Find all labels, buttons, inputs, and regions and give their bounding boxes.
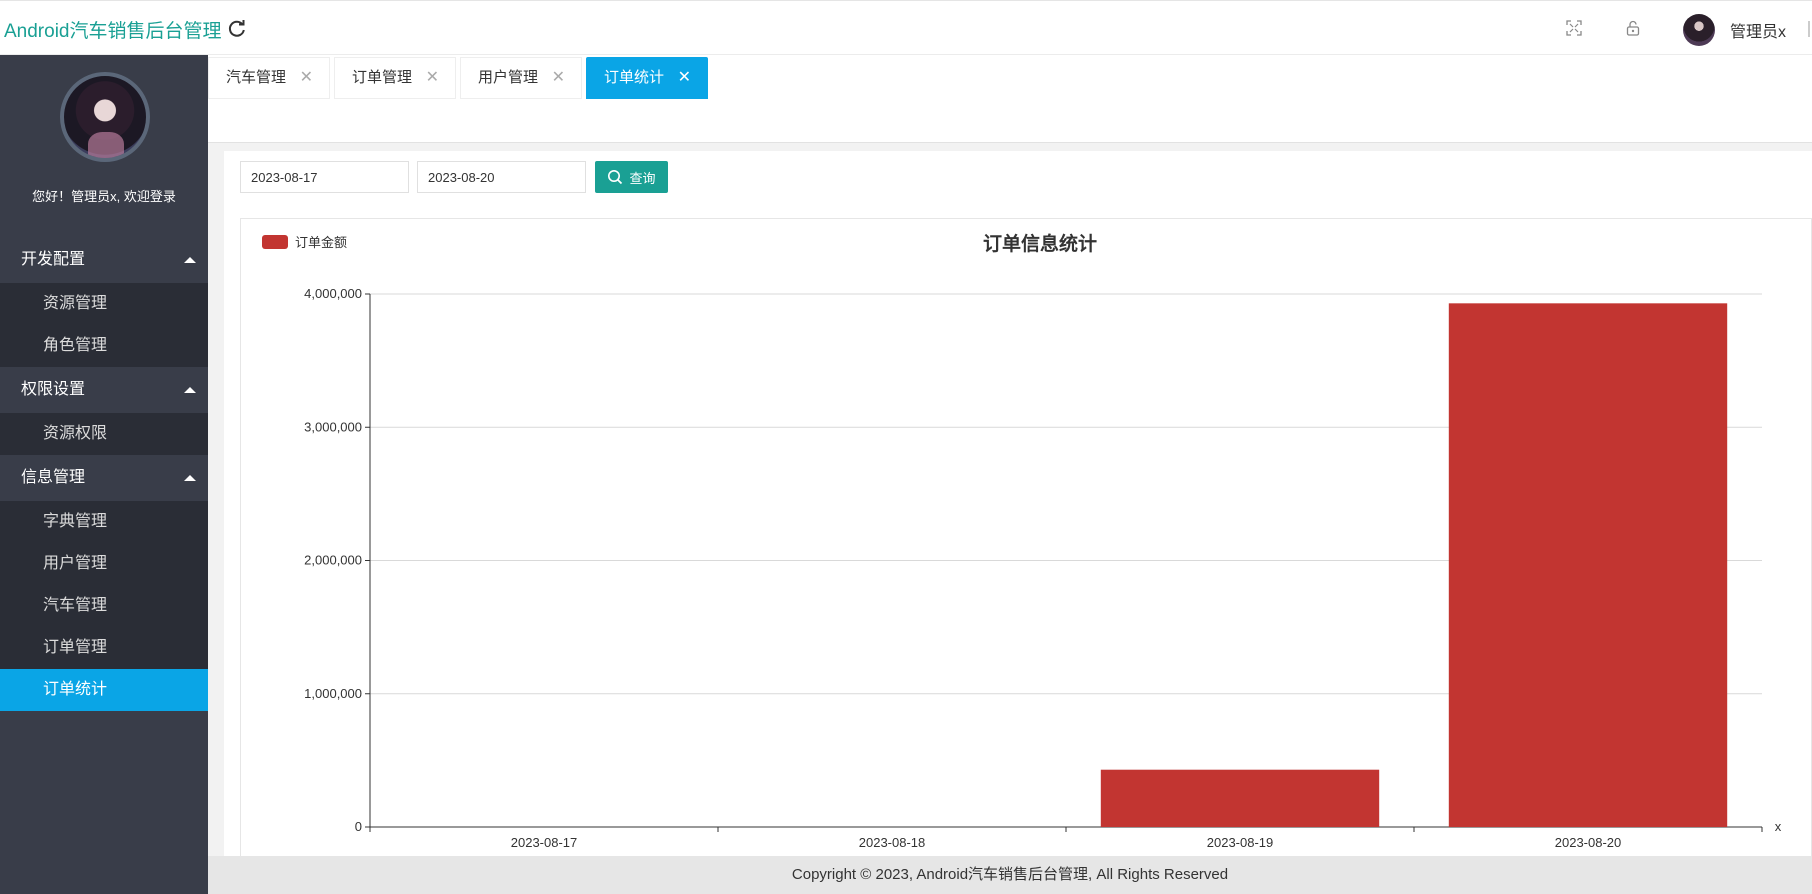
x-axis-label: x	[1775, 819, 1782, 834]
caret-up-icon	[184, 387, 196, 393]
sidebar-item-role-manage[interactable]: 角色管理	[0, 325, 208, 367]
tab-user-manage[interactable]: 用户管理 ✕	[460, 57, 582, 99]
sidebar-item-cars[interactable]: 汽车管理	[0, 585, 208, 627]
x-tick-label: 2023-08-17	[511, 835, 578, 850]
query-button-label: 查询	[629, 170, 656, 186]
tab-label: 订单管理	[352, 69, 413, 86]
sidebar: 您好！管理员x, 欢迎登录 开发配置 资源管理 角色管理 权限设置 资源权限 信…	[0, 55, 208, 894]
welcome-text: 您好！管理员x, 欢迎登录	[32, 189, 176, 204]
start-date-input[interactable]	[240, 161, 409, 193]
menu-group-label: 信息管理	[21, 469, 86, 486]
tab-order-stats[interactable]: 订单统计 ✕	[586, 57, 708, 99]
x-tick-label: 2023-08-19	[1207, 835, 1274, 850]
avatar	[1683, 14, 1715, 46]
y-tick-label: 1,000,000	[304, 686, 362, 701]
user-menu[interactable]: 管理员x	[1683, 13, 1786, 47]
lock-icon[interactable]	[1624, 19, 1642, 37]
close-icon[interactable]: ✕	[678, 58, 691, 98]
legend-label: 订单金额	[295, 235, 347, 250]
menu-group-label: 权限设置	[21, 381, 86, 398]
x-tick-label: 2023-08-20	[1555, 835, 1622, 850]
sidebar-item-dictionary[interactable]: 字典管理	[0, 501, 208, 543]
sidebar-item-resource-permission[interactable]: 资源权限	[0, 413, 208, 455]
query-button[interactable]: 查询	[595, 161, 668, 193]
footer: Copyright © 2023, Android汽车销售后台管理, All R…	[208, 856, 1812, 894]
chart-title: 订单信息统计	[983, 232, 1097, 255]
x-tick-label: 2023-08-18	[859, 835, 926, 850]
y-tick-label: 4,000,000	[304, 286, 362, 301]
sidebar-item-resource-manage[interactable]: 资源管理	[0, 283, 208, 325]
menu-group-info-manage[interactable]: 信息管理	[0, 455, 208, 501]
search-icon	[608, 170, 623, 185]
y-tick-label: 0	[355, 819, 362, 834]
menu-group-dev-config[interactable]: 开发配置	[0, 237, 208, 283]
y-tick-label: 3,000,000	[304, 419, 362, 434]
bar-2023-08-19	[1100, 769, 1380, 827]
y-tick-label: 2,000,000	[304, 553, 362, 568]
sidebar-item-orders[interactable]: 订单管理	[0, 627, 208, 669]
close-icon[interactable]: ✕	[300, 58, 313, 98]
header-divider	[1808, 21, 1810, 37]
caret-up-icon	[184, 475, 196, 481]
tab-bar: 汽车管理 ✕ 订单管理 ✕ 用户管理 ✕ 订单统计 ✕	[208, 55, 1812, 143]
sidebar-item-users[interactable]: 用户管理	[0, 543, 208, 585]
bar-2023-08-20	[1448, 303, 1728, 827]
close-icon[interactable]: ✕	[426, 58, 439, 98]
fullscreen-icon[interactable]	[1565, 19, 1583, 37]
top-header: Android汽车销售后台管理 管理员x	[0, 0, 1812, 55]
tab-label: 用户管理	[478, 69, 539, 86]
sidebar-avatar	[60, 72, 150, 162]
tab-label: 订单统计	[604, 69, 665, 86]
user-name: 管理员x	[1730, 24, 1787, 41]
tab-order-manage[interactable]: 订单管理 ✕	[334, 57, 456, 99]
menu-group-label: 开发配置	[21, 251, 86, 268]
sidebar-item-order-stats[interactable]: 订单统计	[0, 669, 208, 711]
tab-car-manage[interactable]: 汽车管理 ✕	[208, 57, 330, 99]
refresh-icon[interactable]	[227, 18, 247, 38]
order-stats-chart: 订单信息统计 订单金额 0 1,000,000 2,000,000 3,000,000 4,…	[262, 232, 1782, 850]
tab-label: 汽车管理	[226, 69, 287, 86]
menu-group-permission[interactable]: 权限设置	[0, 367, 208, 413]
close-icon[interactable]: ✕	[552, 58, 565, 98]
end-date-input[interactable]	[417, 161, 586, 193]
legend-swatch	[262, 235, 288, 249]
caret-up-icon	[184, 257, 196, 263]
app-title[interactable]: Android汽车销售后台管理	[4, 16, 222, 43]
